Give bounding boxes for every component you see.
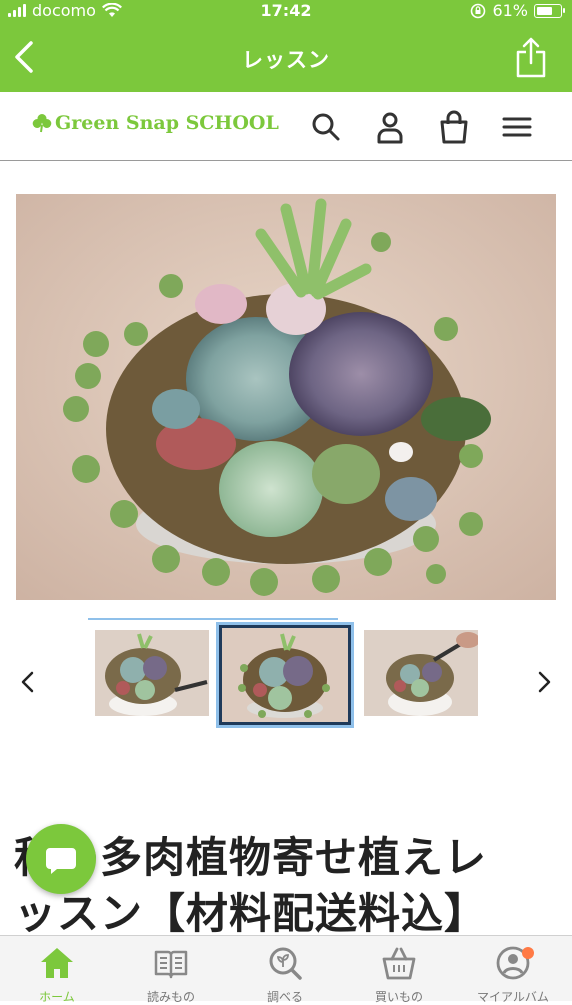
search-plant-icon [269,947,302,980]
lesson-title-line1: 秋の多肉植物寄せ植えレ [14,833,488,882]
tab-shopping-label: 買いもの [374,990,423,1004]
logo-text: Green Snap SCHOOL [55,112,279,134]
tab-reading[interactable]: 読みもの [114,936,228,1004]
site-header: Green Snap SCHOOL [0,92,572,161]
chevron-left-icon[interactable] [16,670,40,694]
thumbnail-1[interactable] [95,630,209,716]
tab-search[interactable]: 調べる [228,936,342,1004]
menu-icon[interactable] [500,110,534,144]
thumbnail-2[interactable] [219,625,351,725]
carousel-indicator [88,618,338,620]
thumbnail-carousel [0,618,572,728]
chevron-right-icon[interactable] [532,670,556,694]
status-bar: docomo 17:42 61% [0,0,572,22]
book-icon [154,950,188,979]
tab-my-album[interactable]: マイアルバム [456,936,570,1004]
tab-search-label: 調べる [266,990,303,1004]
search-icon[interactable] [309,110,343,144]
lesson-title-line2: ッスン【材料配送料込】 [14,889,488,938]
tab-my-album-label: マイアルバム [477,990,549,1004]
tab-home-label: ホーム [39,990,75,1004]
clover-icon [32,114,52,133]
tab-shopping[interactable]: 買いもの [342,936,456,1004]
nav-bar: レッスン [0,22,572,92]
cart-icon[interactable] [437,110,471,144]
chat-icon [46,848,76,874]
tab-reading-label: 読みもの [146,990,195,1004]
share-icon[interactable] [514,36,548,78]
tab-home[interactable]: ホーム [0,936,114,1004]
thumbnail-3[interactable] [364,630,478,716]
lesson-title: 秋の多肉植物寄せ植えレ ッスン【材料配送料込】 [14,830,572,942]
battery-percent: 61% [492,1,528,20]
orientation-lock-icon [471,3,486,18]
notification-dot [522,947,534,959]
site-logo[interactable]: Green Snap SCHOOL [32,112,279,134]
basket-icon [382,947,416,980]
lesson-main-image [16,194,556,600]
home-icon [41,948,73,978]
bottom-tab-bar: ホーム 読みもの 調べる 買いもの マイアルバム [0,935,572,1004]
account-icon[interactable] [373,110,407,144]
page-title: レッスン [242,48,330,72]
battery-icon [534,3,565,18]
chat-button[interactable] [26,824,96,894]
